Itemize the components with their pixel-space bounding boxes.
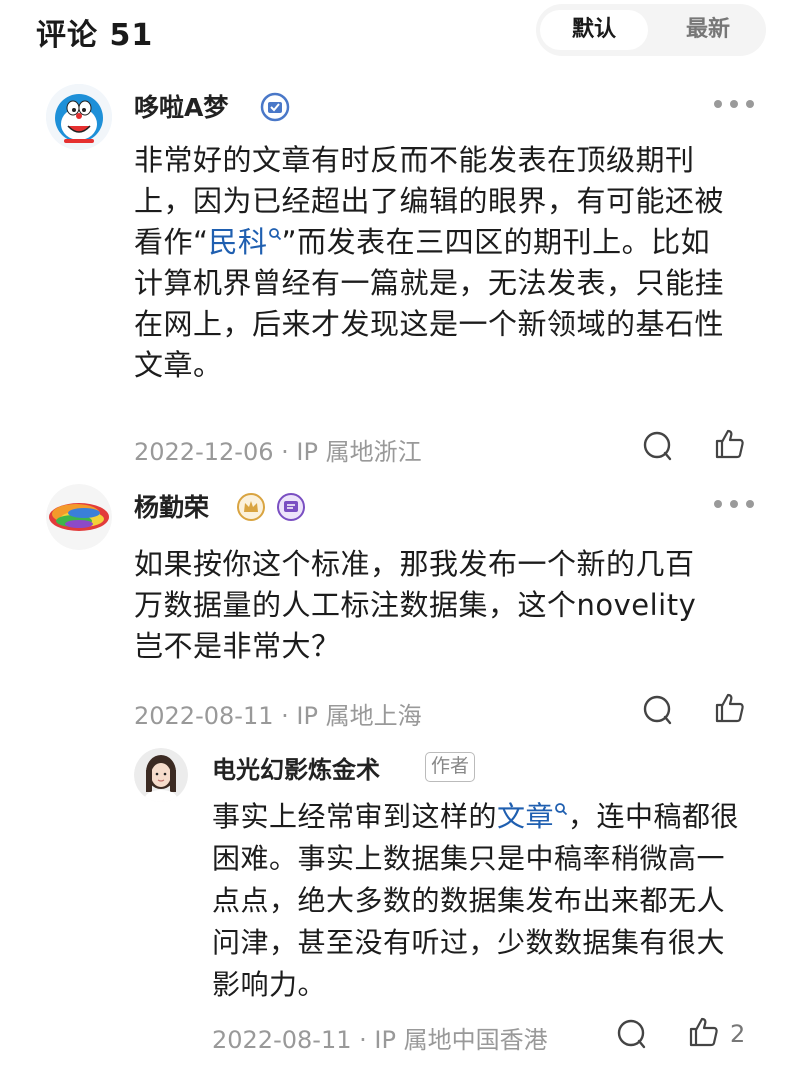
message-badge-icon (277, 493, 305, 521)
sort-default-tab[interactable]: 默认 (540, 10, 648, 50)
comment-date: 2022-08-11 (212, 1026, 352, 1054)
like-count: 2 (730, 1020, 746, 1048)
keyword-link[interactable]: 文章 (497, 800, 568, 833)
avatar[interactable] (134, 748, 188, 802)
keyword-link-text: 文章 (497, 800, 555, 833)
ip-location: IP 属地上海 (296, 702, 422, 730)
keyword-link[interactable]: 民科 (209, 225, 282, 259)
reply-meta: 2022-08-11 · IP 属地中国香港 (212, 1020, 548, 1055)
avatar[interactable] (46, 84, 112, 150)
verified-badge-icon (260, 92, 290, 122)
meta-separator: · (359, 1026, 367, 1054)
reply-text: 事实上经常审到这样的 (212, 800, 498, 833)
like-icon[interactable] (712, 690, 748, 726)
search-icon (555, 802, 568, 815)
ip-location: IP 属地中国香港 (374, 1026, 548, 1054)
comments-header: 评论 51 默认 最新 (0, 0, 800, 64)
reply-icon[interactable] (614, 1016, 650, 1052)
rainbow-avatar-icon (46, 484, 112, 550)
comment-meta: 2022-08-11 · IP 属地上海 (134, 696, 422, 731)
reply-icon[interactable] (640, 428, 676, 464)
meta-separator: · (281, 438, 289, 466)
sort-toggle: 默认 最新 (536, 4, 766, 56)
comment-date: 2022-08-11 (134, 702, 274, 730)
username[interactable]: 电光幻影炼金术 (212, 750, 380, 785)
comments-title: 评论 51 (36, 18, 154, 53)
more-options-icon[interactable] (714, 100, 754, 112)
ip-location: IP 属地浙江 (296, 438, 422, 466)
comment-date: 2022-12-06 (134, 438, 274, 466)
crown-badge-icon (237, 493, 265, 521)
avatar[interactable] (46, 484, 112, 550)
doraemon-avatar-icon (46, 84, 112, 150)
comment-content: 如果按你这个标准，那我发布一个新的几百万数据量的人工标注数据集，这个noveli… (134, 547, 697, 663)
author-tag: 作者 (425, 752, 476, 782)
reply-icon[interactable] (640, 692, 676, 728)
like-icon[interactable] (686, 1014, 722, 1050)
more-options-icon[interactable] (714, 500, 754, 512)
meta-separator: · (281, 702, 289, 730)
search-icon (268, 228, 281, 241)
sort-latest-tab[interactable]: 最新 (654, 10, 762, 50)
girl-avatar-icon (134, 748, 188, 802)
username[interactable]: 杨勤荣 (134, 488, 209, 524)
like-icon[interactable] (712, 426, 748, 462)
username[interactable]: 哆啦A梦 (134, 88, 228, 124)
comment-content: 非常好的文章有时反而不能发表在顶级期刊上，因为已经超出了编辑的眼界，有可能还被看… (134, 140, 734, 386)
keyword-link-text: 民科 (208, 225, 268, 259)
reply-content: 事实上经常审到这样的文章 ，连中稿都很困难。事实上数据集只是中稿率稍微高一点点，绝… (212, 796, 752, 1006)
comment-meta: 2022-12-06 · IP 属地浙江 (134, 432, 422, 467)
